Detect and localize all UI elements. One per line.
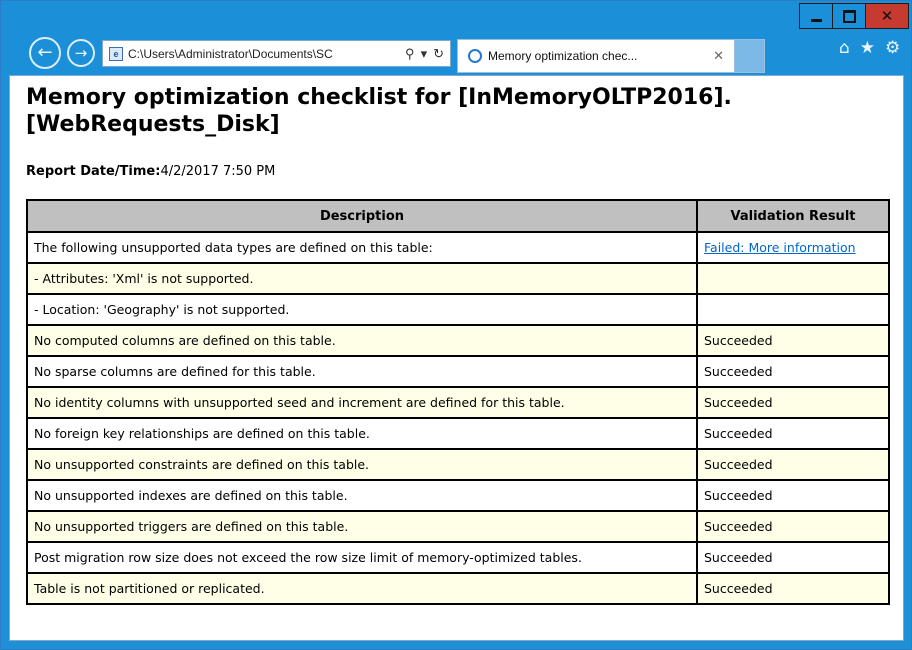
table-row: No foreign key relationships are defined…	[26, 417, 890, 450]
maximize-button[interactable]	[832, 3, 866, 29]
table-row: - Location: 'Geography' is not supported…	[26, 293, 890, 326]
row-result: Succeeded	[696, 510, 890, 543]
row-description: The following unsupported data types are…	[26, 231, 698, 264]
report-date-value: 4/2/2017 7:50 PM	[160, 164, 276, 179]
column-header-description: Description	[26, 199, 698, 233]
table-row: Table is not partitioned or replicated. …	[26, 572, 890, 605]
report-date-label: Report Date/Time:	[26, 164, 161, 179]
row-description: No unsupported triggers are defined on t…	[26, 510, 698, 543]
row-result: Succeeded	[696, 324, 890, 357]
table-row: No unsupported triggers are defined on t…	[26, 510, 890, 543]
close-window-button[interactable]: ✕	[865, 3, 909, 29]
star-icon[interactable]: ★	[860, 38, 875, 58]
report-date: Report Date/Time:4/2/2017 7:50 PM	[26, 164, 887, 179]
page-icon: e	[109, 46, 123, 61]
ie-logo-icon	[468, 49, 482, 63]
table-row: No unsupported indexes are defined on th…	[26, 479, 890, 512]
column-header-validation-result: Validation Result	[696, 199, 890, 233]
forward-button[interactable]: →	[67, 39, 95, 67]
row-description: Table is not partitioned or replicated.	[26, 572, 698, 605]
row-result: Succeeded	[696, 572, 890, 605]
search-icon[interactable]: ⚲	[405, 46, 415, 62]
address-text[interactable]: C:\Users\Administrator\Documents\SC	[128, 47, 405, 61]
row-result: Failed: More information	[696, 231, 890, 264]
row-description: No sparse columns are defined for this t…	[26, 355, 698, 388]
table-row: No sparse columns are defined for this t…	[26, 355, 890, 388]
minimize-button[interactable]	[799, 3, 833, 29]
refresh-icon[interactable]: ↻	[433, 46, 444, 62]
home-icon[interactable]: ⌂	[839, 38, 850, 58]
more-information-link[interactable]: Failed: More information	[704, 240, 856, 255]
gear-icon[interactable]: ⚙	[885, 38, 900, 58]
row-description: No computed columns are defined on this …	[26, 324, 698, 357]
table-row: - Attributes: 'Xml' is not supported.	[26, 262, 890, 295]
row-description: No foreign key relationships are defined…	[26, 417, 698, 450]
checklist-table: Description Validation Result The follow…	[26, 199, 890, 605]
address-bar[interactable]: e C:\Users\Administrator\Documents\SC ⚲ …	[102, 40, 451, 67]
row-result	[696, 262, 890, 295]
row-result: Succeeded	[696, 355, 890, 388]
row-result: Succeeded	[696, 479, 890, 512]
tab-title: Memory optimization chec...	[488, 49, 638, 63]
close-icon: ✕	[880, 7, 894, 25]
new-tab-button[interactable]	[735, 39, 765, 73]
page-content: Memory optimization checklist for [InMem…	[9, 75, 904, 641]
table-row: No identity columns with unsupported see…	[26, 386, 890, 419]
row-result: Succeeded	[696, 541, 890, 574]
row-result: Succeeded	[696, 417, 890, 450]
tab-close-icon[interactable]: ✕	[707, 48, 734, 64]
back-button[interactable]: ←	[29, 37, 61, 69]
row-description: No identity columns with unsupported see…	[26, 386, 698, 419]
table-row: No unsupported constraints are defined o…	[26, 448, 890, 481]
row-result: Succeeded	[696, 448, 890, 481]
row-description: No unsupported indexes are defined on th…	[26, 479, 698, 512]
row-description: - Location: 'Geography' is not supported…	[26, 293, 698, 326]
row-description: Post migration row size does not exceed …	[26, 541, 698, 574]
title-bar: ✕ ← → e C:\Users\Administrator\Documents…	[1, 1, 911, 75]
browser-window: ✕ ← → e C:\Users\Administrator\Documents…	[0, 0, 912, 650]
row-description: - Attributes: 'Xml' is not supported.	[26, 262, 698, 295]
table-header-row: Description Validation Result	[26, 199, 890, 233]
forward-arrow-icon: →	[74, 43, 88, 62]
table-row: Post migration row size does not exceed …	[26, 541, 890, 574]
row-description: No unsupported constraints are defined o…	[26, 448, 698, 481]
back-arrow-icon: ←	[37, 42, 53, 63]
dropdown-icon[interactable]: ▾	[421, 46, 428, 62]
maximize-icon	[842, 9, 856, 23]
minimize-icon	[810, 18, 822, 22]
table-row: The following unsupported data types are…	[26, 231, 890, 264]
tab-memory-optimization[interactable]: Memory optimization chec... ✕	[457, 39, 735, 73]
table-row: No computed columns are defined on this …	[26, 324, 890, 357]
page-title: Memory optimization checklist for [InMem…	[26, 85, 732, 137]
row-result: Succeeded	[696, 386, 890, 419]
row-result	[696, 293, 890, 326]
